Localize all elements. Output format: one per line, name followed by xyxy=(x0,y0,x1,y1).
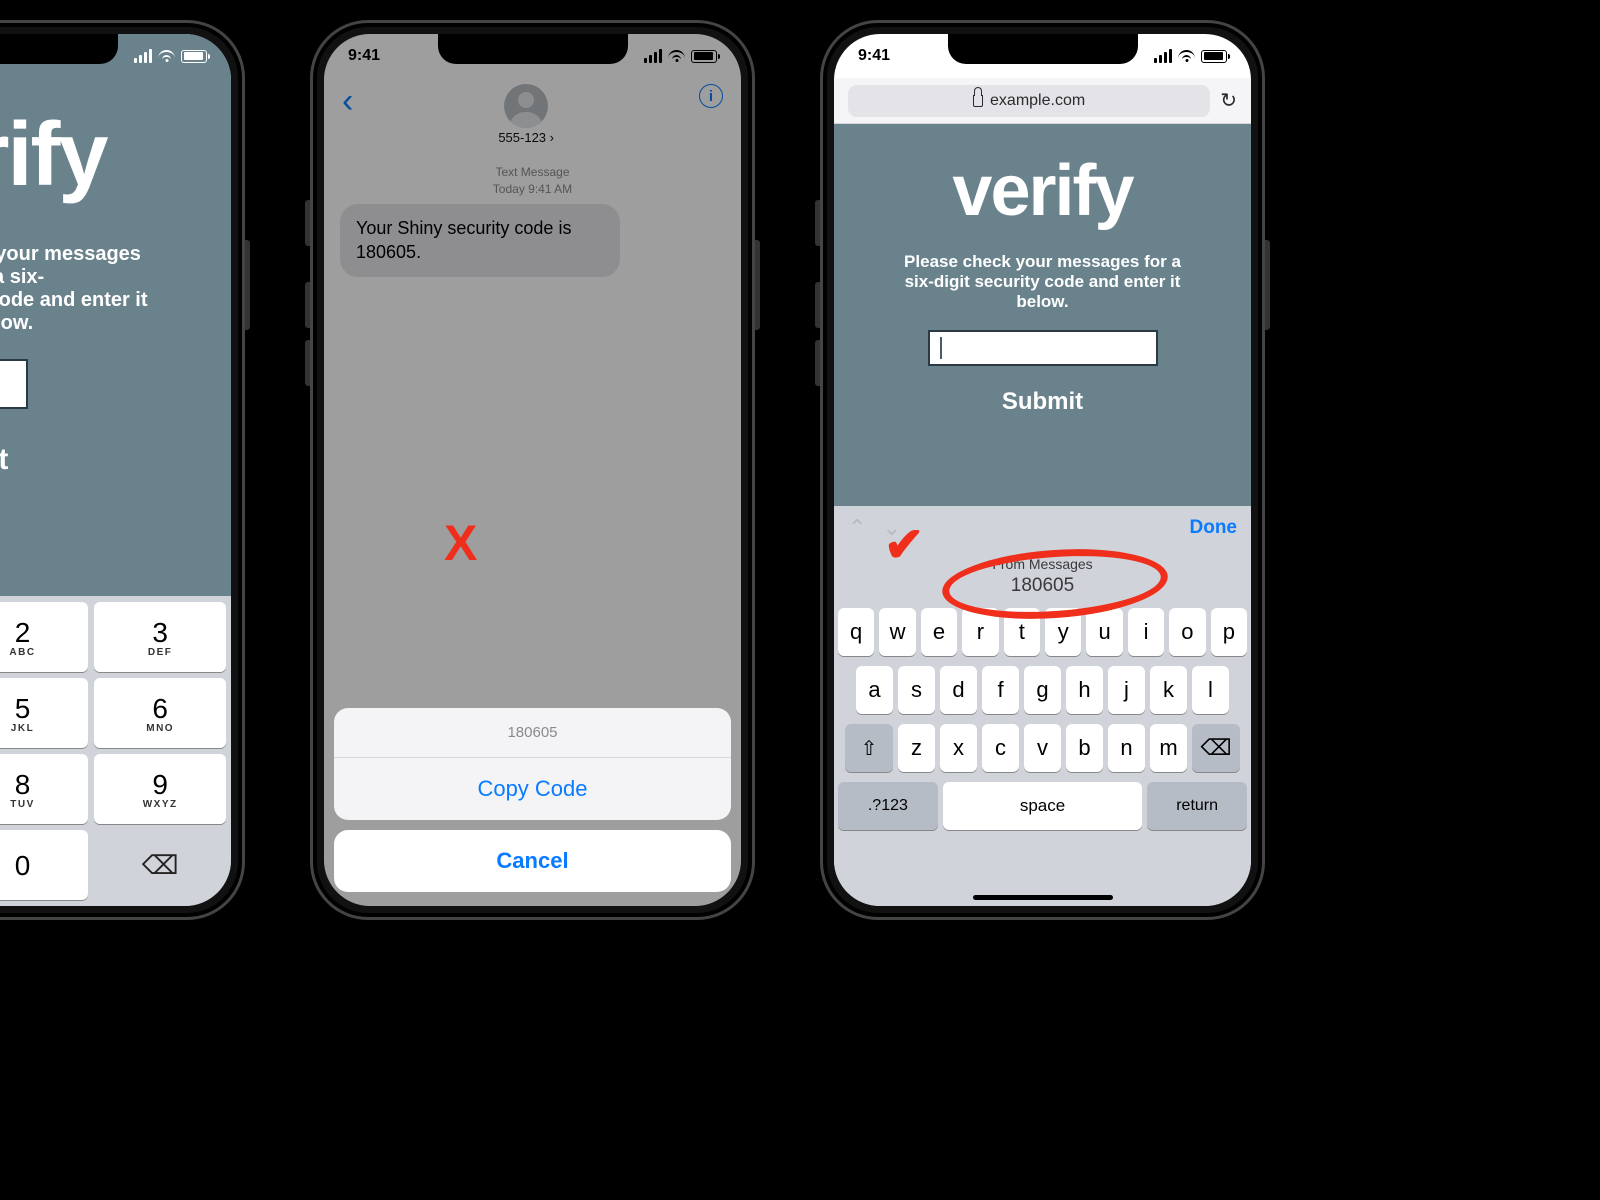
shift-key[interactable]: ⇧ xyxy=(845,724,893,772)
screen-2: 9:41 ‹ 555-123 › i Text MessageToday 9:4… xyxy=(324,34,741,906)
key-z[interactable]: z xyxy=(898,724,935,772)
key-u[interactable]: u xyxy=(1086,608,1122,656)
phone-3: 9:41 example.com ↻ verify Please check y… xyxy=(820,20,1265,920)
key-n[interactable]: n xyxy=(1108,724,1145,772)
chevron-down-icon[interactable]: ⌄ xyxy=(882,515,900,541)
key-c[interactable]: c xyxy=(982,724,1019,772)
code-input[interactable] xyxy=(0,359,28,409)
numkey-5[interactable]: 5JKL xyxy=(0,678,88,748)
autofill-code: 180605 xyxy=(992,574,1092,598)
key-b[interactable]: b xyxy=(1066,724,1103,772)
numkey-9[interactable]: 9WXYZ xyxy=(94,754,226,824)
phone-2: 9:41 ‹ 555-123 › i Text MessageToday 9:4… xyxy=(310,20,755,920)
sheet-code-label: 180605 xyxy=(334,708,731,758)
chevron-up-icon[interactable]: ⌃ xyxy=(848,515,866,541)
autofill-suggestion[interactable]: From Messages 180605 xyxy=(834,550,1251,604)
home-indicator[interactable] xyxy=(973,895,1113,900)
signal-icon xyxy=(644,49,662,63)
wifi-icon xyxy=(158,50,175,62)
key-g[interactable]: g xyxy=(1024,666,1061,714)
key-j[interactable]: j xyxy=(1108,666,1145,714)
screen-3: 9:41 example.com ↻ verify Please check y… xyxy=(834,34,1251,906)
numeric-keypad: 12ABC3DEF4GHI5JKL6MNO7PQRS8TUV9WXYZ0⌫ xyxy=(0,596,231,906)
backspace-key[interactable]: ⌫ xyxy=(1192,724,1240,772)
verify-title: verify xyxy=(952,150,1132,232)
submit-button[interactable]: Submit xyxy=(1002,388,1083,416)
notch xyxy=(438,34,628,64)
numkey-0[interactable]: 0 xyxy=(0,830,88,900)
url-text: example.com xyxy=(990,92,1085,110)
phone-1: verify Please check your messages for a … xyxy=(0,20,245,920)
key-p[interactable]: p xyxy=(1211,608,1247,656)
code-input[interactable] xyxy=(928,330,1158,366)
numkey-3[interactable]: 3DEF xyxy=(94,602,226,672)
action-sheet: 180605 Copy Code Cancel xyxy=(334,708,731,892)
autofill-source: From Messages xyxy=(992,556,1092,574)
keyboard: ⌃ ⌄ Done From Messages 180605 qwertyuiop… xyxy=(834,506,1251,906)
form-nav-arrows[interactable]: ⌃ ⌄ xyxy=(848,515,901,541)
battery-icon xyxy=(691,50,717,63)
verify-subtitle: Please check your messages for a six-dig… xyxy=(893,252,1193,312)
lock-icon xyxy=(973,95,983,107)
wifi-icon xyxy=(668,50,685,62)
key-e[interactable]: e xyxy=(921,608,957,656)
key-r[interactable]: r xyxy=(962,608,998,656)
cancel-button[interactable]: Cancel xyxy=(334,830,731,892)
numkey-2[interactable]: 2ABC xyxy=(0,602,88,672)
return-key[interactable]: return xyxy=(1147,782,1247,830)
verify-subtitle: Please check your messages for a six-dig… xyxy=(0,243,153,335)
keyboard-done-button[interactable]: Done xyxy=(1190,517,1238,539)
key-d[interactable]: d xyxy=(940,666,977,714)
notch xyxy=(0,34,118,64)
submit-button[interactable]: Submit xyxy=(0,443,8,477)
copy-code-button[interactable]: Copy Code xyxy=(334,758,731,820)
battery-icon xyxy=(181,50,207,63)
numkey-8[interactable]: 8TUV xyxy=(0,754,88,824)
backspace-key[interactable]: ⌫ xyxy=(94,830,226,900)
key-o[interactable]: o xyxy=(1169,608,1205,656)
space-key[interactable]: space xyxy=(943,782,1143,830)
screen-1: verify Please check your messages for a … xyxy=(0,34,231,906)
key-q[interactable]: q xyxy=(838,608,874,656)
key-k[interactable]: k xyxy=(1150,666,1187,714)
status-time: 9:41 xyxy=(858,47,890,65)
key-y[interactable]: y xyxy=(1045,608,1081,656)
key-t[interactable]: t xyxy=(1004,608,1040,656)
key-v[interactable]: v xyxy=(1024,724,1061,772)
key-i[interactable]: i xyxy=(1128,608,1164,656)
key-h[interactable]: h xyxy=(1066,666,1103,714)
key-x[interactable]: x xyxy=(940,724,977,772)
notch xyxy=(948,34,1138,64)
verify-title: verify xyxy=(0,104,107,207)
numkey-6[interactable]: 6MNO xyxy=(94,678,226,748)
key-w[interactable]: w xyxy=(879,608,915,656)
key-l[interactable]: l xyxy=(1192,666,1229,714)
signal-icon xyxy=(1154,49,1172,63)
reload-button[interactable]: ↻ xyxy=(1220,88,1237,113)
safari-toolbar: example.com ↻ xyxy=(834,78,1251,124)
battery-icon xyxy=(1201,50,1227,63)
key-a[interactable]: a xyxy=(856,666,893,714)
status-time: 9:41 xyxy=(348,47,380,65)
key-f[interactable]: f xyxy=(982,666,1019,714)
verify-page: verify Please check your messages for a … xyxy=(834,124,1251,506)
wifi-icon xyxy=(1178,50,1195,62)
signal-icon xyxy=(134,49,152,63)
key-s[interactable]: s xyxy=(898,666,935,714)
key-m[interactable]: m xyxy=(1150,724,1187,772)
address-bar[interactable]: example.com xyxy=(848,85,1210,117)
numbers-key[interactable]: .?123 xyxy=(838,782,938,830)
